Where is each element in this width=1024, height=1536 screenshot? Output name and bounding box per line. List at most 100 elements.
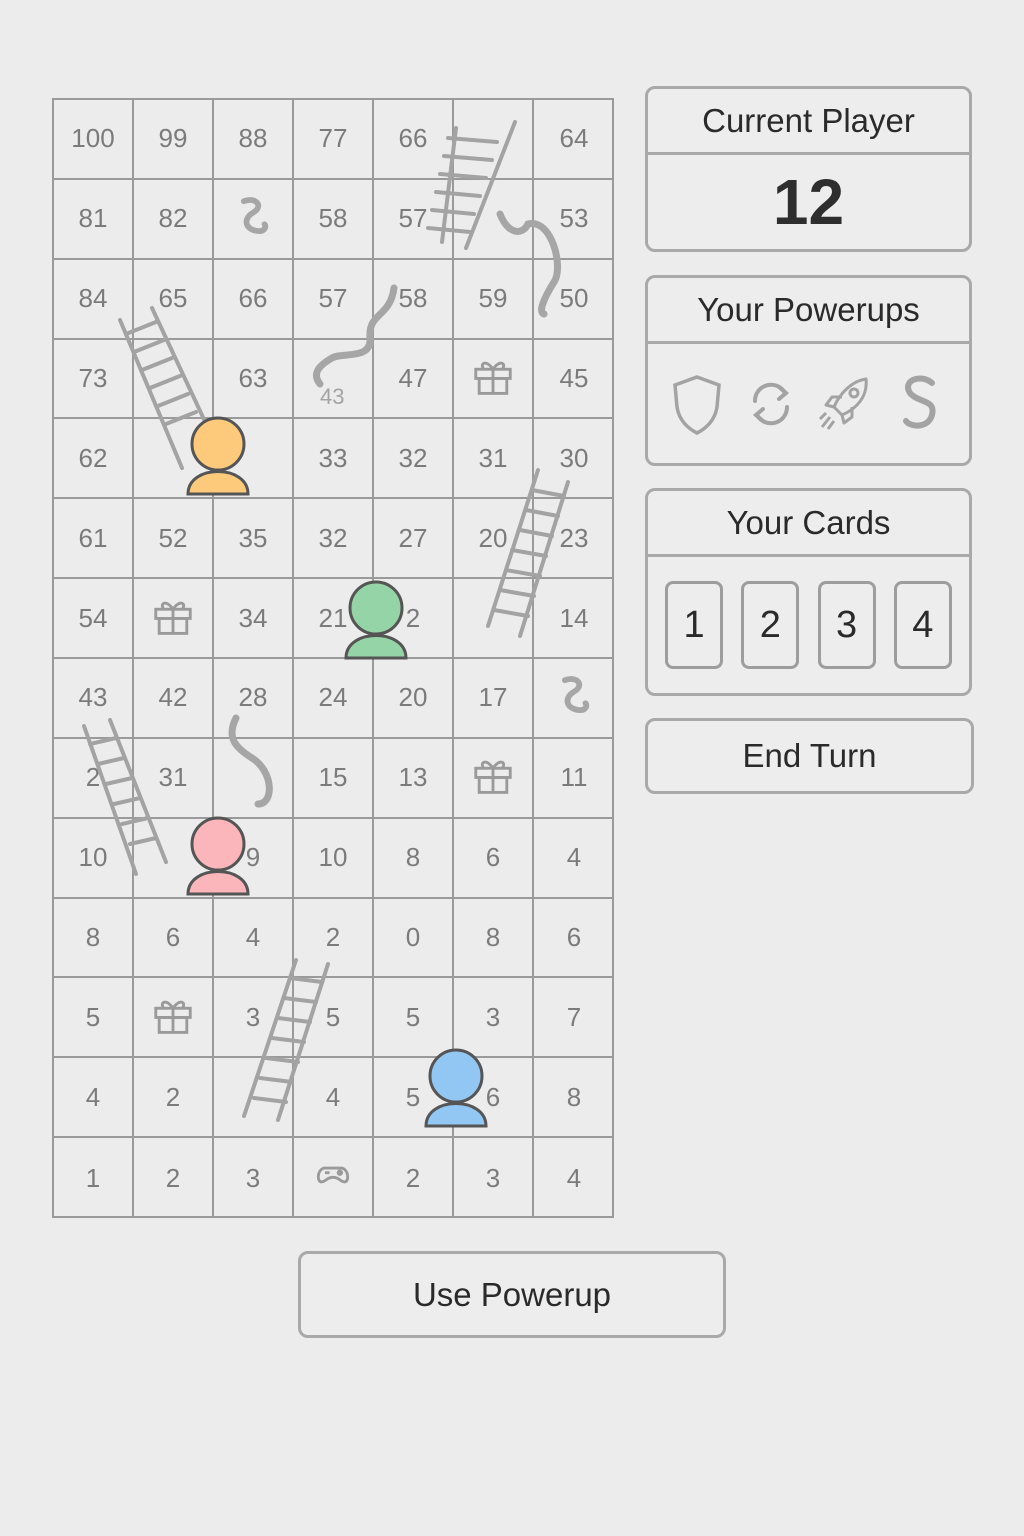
board-cell[interactable]: 24 [294, 659, 374, 739]
board-cell[interactable]: 35 [214, 499, 294, 580]
board-cell[interactable] [294, 339, 374, 420]
board-cell[interactable]: 100 [54, 100, 134, 180]
board-cell[interactable] [454, 179, 534, 260]
board-cell[interactable]: 6 [134, 898, 214, 979]
board-cell[interactable] [214, 419, 294, 500]
board-cell[interactable]: 47 [374, 339, 454, 420]
board-cell[interactable]: 99 [134, 100, 214, 180]
board-cell[interactable]: 6 [454, 1058, 534, 1139]
board-cell[interactable]: 3 [214, 978, 294, 1059]
board-cell[interactable] [534, 659, 614, 739]
board-cell[interactable]: 62 [54, 419, 134, 500]
board-cell[interactable]: 5 [54, 978, 134, 1059]
rocket-icon[interactable] [816, 371, 876, 437]
refresh-icon[interactable] [741, 371, 801, 437]
board-cell[interactable] [454, 579, 534, 659]
board-cell[interactable] [214, 179, 294, 260]
board-cell[interactable]: 10 [54, 818, 134, 899]
board-cell[interactable] [134, 818, 214, 899]
board-cell[interactable]: 4 [534, 819, 614, 899]
board-cell[interactable]: 20 [374, 659, 454, 739]
board-cell[interactable]: 20 [454, 499, 534, 580]
board-cell[interactable]: 8 [54, 898, 134, 979]
board-cell[interactable]: 88 [214, 100, 294, 180]
board-cell[interactable]: 17 [454, 659, 534, 739]
board-cell[interactable]: 5 [374, 978, 454, 1059]
board-cell[interactable]: 4 [534, 1138, 614, 1218]
board-cell[interactable]: 7 [534, 978, 614, 1059]
board-cell[interactable]: 2 [374, 579, 454, 659]
board-cell[interactable]: 0 [374, 898, 454, 979]
board-cell[interactable]: 66 [214, 259, 294, 340]
board-cell[interactable]: 61 [54, 499, 134, 580]
board-cell[interactable]: 8 [374, 818, 454, 899]
board-cell[interactable]: 33 [294, 419, 374, 500]
use-powerup-button[interactable]: Use Powerup [298, 1251, 726, 1338]
board-cell[interactable] [134, 339, 214, 420]
board-cell[interactable]: 64 [534, 100, 614, 180]
board-cell[interactable]: 6 [534, 899, 614, 979]
snake-icon[interactable] [890, 371, 950, 437]
board-cell[interactable]: 32 [294, 499, 374, 580]
board-cell[interactable]: 2 [54, 738, 134, 819]
board-cell[interactable]: 2 [374, 1138, 454, 1218]
board-cell[interactable]: 50 [534, 260, 614, 340]
board-cell[interactable] [294, 1138, 374, 1218]
board-cell[interactable]: 21 [294, 579, 374, 659]
board-cell[interactable]: 27 [374, 499, 454, 580]
board-cell[interactable]: 59 [454, 259, 534, 340]
board-cell[interactable] [134, 419, 214, 500]
board-cell[interactable]: 42 [134, 659, 214, 739]
board-cell[interactable]: 30 [534, 419, 614, 500]
board-cell[interactable]: 57 [294, 259, 374, 340]
board-cell[interactable] [134, 579, 214, 659]
board-cell[interactable] [134, 978, 214, 1059]
board-cell[interactable]: 28 [214, 659, 294, 739]
board-cell[interactable]: 23 [534, 499, 614, 580]
board-cell[interactable]: 77 [294, 100, 374, 180]
card-3[interactable]: 3 [817, 581, 876, 669]
end-turn-button[interactable]: End Turn [645, 718, 974, 794]
board-cell[interactable] [214, 1058, 294, 1139]
board-cell[interactable]: 2 [134, 1138, 214, 1218]
board-cell[interactable]: 4 [54, 1058, 134, 1139]
board-cell[interactable]: 2 [134, 1058, 214, 1139]
board-cell[interactable]: 54 [54, 579, 134, 659]
board-cell[interactable] [454, 738, 534, 819]
board-cell[interactable]: 66 [374, 100, 454, 180]
board-cell[interactable]: 9 [214, 818, 294, 899]
board-cell[interactable]: 13 [374, 738, 454, 819]
board-cell[interactable]: 45 [534, 340, 614, 420]
board-cell[interactable]: 6 [454, 818, 534, 899]
board-cell[interactable]: 1 [54, 1138, 134, 1218]
board-cell[interactable]: 31 [134, 738, 214, 819]
board-cell[interactable] [214, 738, 294, 819]
board-cell[interactable]: 5 [374, 1058, 454, 1139]
board-cell[interactable]: 52 [134, 499, 214, 580]
board-cell[interactable]: 34 [214, 579, 294, 659]
board-cell[interactable]: 8 [454, 898, 534, 979]
board-cell[interactable]: 58 [374, 259, 454, 340]
board-cell[interactable]: 31 [454, 419, 534, 500]
board-cell[interactable]: 4 [294, 1058, 374, 1139]
board-cell[interactable]: 82 [134, 179, 214, 260]
board-cell[interactable]: 81 [54, 179, 134, 260]
board-cell[interactable]: 65 [134, 259, 214, 340]
board-cell[interactable] [454, 100, 534, 180]
board-cell[interactable]: 3 [454, 978, 534, 1059]
board-cell[interactable]: 3 [214, 1138, 294, 1218]
board-cell[interactable]: 32 [374, 419, 454, 500]
board-cell[interactable]: 84 [54, 259, 134, 340]
board-cell[interactable]: 4 [214, 898, 294, 979]
board-cell[interactable]: 53 [534, 180, 614, 260]
board-cell[interactable]: 8 [534, 1058, 614, 1139]
card-2[interactable]: 2 [741, 581, 800, 669]
board-cell[interactable]: 5 [294, 978, 374, 1059]
card-4[interactable]: 4 [893, 581, 952, 669]
shield-icon[interactable] [667, 371, 727, 437]
board-cell[interactable]: 15 [294, 738, 374, 819]
board-cell[interactable]: 14 [534, 579, 614, 659]
board-cell[interactable]: 43 [54, 659, 134, 739]
board-cell[interactable]: 58 [294, 179, 374, 260]
board-cell[interactable]: 63 [214, 339, 294, 420]
